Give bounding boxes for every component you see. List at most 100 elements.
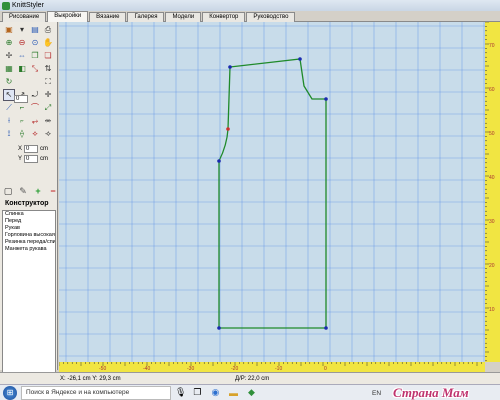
- vertex-bottom-right[interactable]: [324, 326, 328, 330]
- dropdown-arrow-icon[interactable]: ▾: [16, 24, 28, 36]
- y-label: Y: [17, 155, 22, 162]
- list-item[interactable]: Резинка переда/спи: [3, 239, 55, 246]
- horizontal-ruler-svg: -50 -40 -30 -20 -10 0: [59, 362, 482, 372]
- pattern-outline[interactable]: [218, 58, 327, 329]
- list-item[interactable]: Спинка: [3, 211, 55, 218]
- angle-input-slot: [16, 76, 28, 88]
- vertex-bottom-left[interactable]: [217, 326, 221, 330]
- language-indicator[interactable]: EN: [372, 390, 381, 397]
- paste-icon[interactable]: ❏: [42, 50, 54, 62]
- shape-d-icon[interactable]: ⟢: [42, 128, 54, 140]
- pattern-canvas-svg[interactable]: [59, 22, 485, 362]
- app-logo-icon: [2, 1, 10, 10]
- y-unit: cm: [40, 155, 48, 162]
- copy-icon[interactable]: ❐: [29, 50, 41, 62]
- status-bar: X: -26,1 cm Y: 29,3 cm Д/Р: 22,0 cm: [0, 372, 500, 384]
- v-ruler-label: 10: [489, 307, 495, 313]
- remove-point-icon[interactable]: ⟔: [16, 115, 28, 127]
- fit-page-icon[interactable]: ⛶: [42, 76, 54, 88]
- add-icon[interactable]: +: [33, 186, 43, 196]
- app-taskbar-icon[interactable]: ◆: [244, 387, 258, 399]
- new-pattern-icon[interactable]: ▢: [3, 186, 13, 196]
- zoom-fit-icon[interactable]: ⊙: [29, 37, 41, 49]
- folder-icon[interactable]: ▬: [226, 387, 240, 399]
- tool-panel: ▣ ▾ ▤ ⎙ ⊕ ⊖ ⊙ ✋ ✢ ⇔ ❐ ❏ ▦ ◧ ⤡ ⇅ ↻ ⛶ ↖ ↗ …: [0, 22, 58, 388]
- rotate-icon[interactable]: ↻: [3, 76, 15, 88]
- title-bar: KnittStyler: [0, 0, 500, 11]
- list-item[interactable]: Горловина высокая: [3, 232, 55, 239]
- browser-icon[interactable]: ◉: [208, 387, 222, 399]
- tab-models[interactable]: Модели: [165, 12, 202, 22]
- vertex-neck-active[interactable]: [226, 127, 230, 131]
- tab-converter[interactable]: Конвертор: [202, 12, 246, 22]
- angle-input[interactable]: [14, 94, 28, 103]
- vertex-shoulder-end[interactable]: [298, 57, 302, 61]
- hand-pan-icon[interactable]: ✋: [42, 37, 54, 49]
- layers-icon[interactable]: ▦: [3, 63, 15, 75]
- curve-tool-icon[interactable]: ⌒: [29, 102, 41, 114]
- remove-icon[interactable]: −: [48, 186, 58, 196]
- tab-gallery[interactable]: Галерея: [127, 12, 165, 22]
- corner-tool-icon[interactable]: ⌐: [16, 102, 28, 114]
- measure-icon[interactable]: ⇔: [16, 50, 28, 62]
- shape-c-icon[interactable]: ⟡: [29, 128, 41, 140]
- drawing-canvas[interactable]: [59, 22, 485, 362]
- main-tabs: Рисование Выкройки Вязание Галерея Модел…: [0, 11, 500, 22]
- unit-slot: [29, 76, 41, 88]
- save-icon[interactable]: ▤: [29, 24, 41, 36]
- zoom-out-icon[interactable]: ⊖: [16, 37, 28, 49]
- diagonal-tool-icon[interactable]: ⤢: [42, 102, 54, 114]
- tab-guide[interactable]: Руководство: [246, 12, 296, 22]
- flip-icon[interactable]: ⇅: [42, 63, 54, 75]
- canvas-grid: [59, 22, 485, 362]
- open-pattern-icon[interactable]: ▣: [3, 24, 15, 36]
- horizontal-ruler: -50 -40 -30 -20 -10 0: [59, 362, 485, 372]
- constructor-title: Конструктор: [5, 200, 49, 207]
- edit-pattern-icon[interactable]: ✎: [18, 186, 28, 196]
- taskbar: ⊞ Поиск в Яндексе и на компьютере 🎙 ❐ ◉ …: [0, 384, 500, 400]
- segment-length: Д/Р: 22,0 cm: [235, 375, 270, 382]
- print-icon[interactable]: ⎙: [42, 24, 54, 36]
- system-tray: EN: [372, 387, 381, 399]
- microphone-icon[interactable]: 🎙: [175, 387, 186, 398]
- move-icon[interactable]: ✢: [3, 50, 15, 62]
- v-ruler-label: 20: [489, 263, 495, 269]
- task-view-icon[interactable]: ❐: [190, 387, 204, 399]
- scale-icon[interactable]: ⤡: [29, 63, 41, 75]
- y-coord-field: Y cm: [14, 154, 56, 163]
- list-item[interactable]: Перед: [3, 218, 55, 225]
- shape-b-icon[interactable]: ⟠: [16, 128, 28, 140]
- y-input[interactable]: [24, 154, 38, 163]
- watermark-logo: Страна Мам: [393, 385, 469, 400]
- tab-drawing[interactable]: Рисование: [2, 12, 47, 22]
- list-actions: ▢ ✎ + −: [3, 186, 58, 197]
- vertex-neck-base[interactable]: [217, 159, 221, 163]
- v-ruler-label: 40: [489, 175, 495, 181]
- tab-knitting[interactable]: Вязание: [89, 12, 127, 22]
- x-input[interactable]: [24, 144, 38, 153]
- add-point-icon[interactable]: ⟊: [3, 115, 15, 127]
- vertical-ruler: 70 60 50 40 30 20 10: [485, 22, 500, 362]
- join-icon[interactable]: ⥈: [42, 115, 54, 127]
- cursor-coordinates: X: -26,1 cm Y: 29,3 cm: [60, 375, 121, 382]
- shape-a-icon[interactable]: ⟟: [3, 128, 15, 140]
- vertical-ruler-svg: 70 60 50 40 30 20 10: [485, 22, 495, 362]
- angle-field: [14, 94, 56, 103]
- vertex-shoulder-start[interactable]: [228, 65, 232, 69]
- x-unit: cm: [40, 145, 48, 152]
- taskbar-search[interactable]: Поиск в Яндексе и на компьютере: [21, 385, 171, 400]
- pattern-list[interactable]: Спинка Перед Рукав Горловина высокая Рез…: [2, 210, 56, 388]
- vertex-armhole[interactable]: [324, 97, 328, 101]
- tool-grid: ▣ ▾ ▤ ⎙ ⊕ ⊖ ⊙ ✋ ✢ ⇔ ❐ ❏ ▦ ◧ ⤡ ⇅ ↻ ⛶ ↖ ↗ …: [3, 24, 55, 140]
- list-item[interactable]: Рукав: [3, 225, 55, 232]
- v-ruler-label: 70: [489, 43, 495, 49]
- mirror-icon[interactable]: ◧: [16, 63, 28, 75]
- tab-patterns[interactable]: Выкройки: [47, 11, 89, 22]
- v-ruler-label: 50: [489, 131, 495, 137]
- start-button-icon[interactable]: ⊞: [3, 385, 17, 400]
- list-item[interactable]: Манжета рукава: [3, 246, 55, 253]
- zoom-in-icon[interactable]: ⊕: [3, 37, 15, 49]
- bend-icon[interactable]: ⥅: [29, 115, 41, 127]
- line-tool-icon[interactable]: ⟋: [3, 102, 15, 114]
- v-ruler-label: 60: [489, 87, 495, 93]
